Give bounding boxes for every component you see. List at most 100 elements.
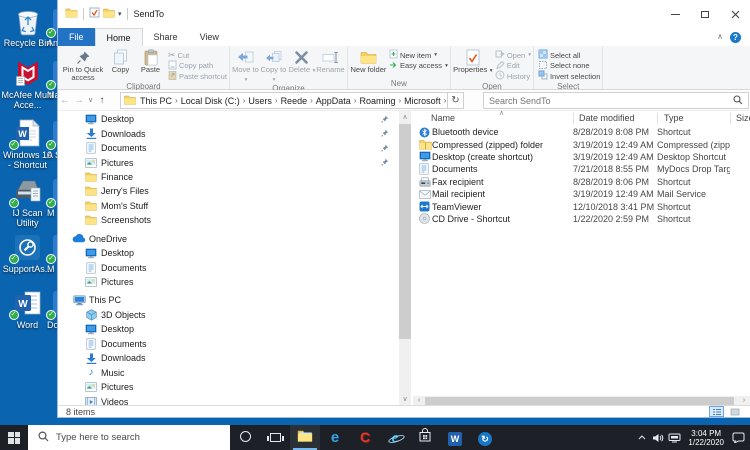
file-row-mail-recipient[interactable]: Mail recipient3/19/2019 12:49 AMMail Ser… <box>413 188 750 200</box>
breadcrumb-item-this-pc[interactable]: This PC <box>138 96 174 106</box>
ribbon-button-properties[interactable]: Properties ▾ <box>453 47 493 75</box>
column-header-size[interactable]: Size <box>736 113 750 123</box>
details-view-button[interactable] <box>709 406 724 417</box>
tray-clock[interactable]: 3:04 PM 1/22/2020 <box>682 429 730 447</box>
ribbon-button-history[interactable]: History <box>495 71 531 82</box>
nav-item-finance[interactable]: Finance <box>58 170 399 184</box>
taskbar-app-file-explorer[interactable] <box>290 425 320 450</box>
nav-item-desktop[interactable]: Desktop <box>58 322 399 336</box>
desktop-icon-supportas[interactable]: ✓SupportAs... <box>0 232 55 274</box>
file-row-bluetooth-device[interactable]: Bluetooth device8/28/2019 8:08 PMShortcu… <box>413 126 750 138</box>
qat-new-folder-icon[interactable] <box>103 5 115 23</box>
pin-icon[interactable] <box>381 115 389 125</box>
taskbar-app-store[interactable] <box>410 425 440 450</box>
network-icon[interactable] <box>666 433 682 443</box>
ribbon-button-pin-to-quick-access[interactable]: Pin to Quick access <box>60 47 106 82</box>
nav-item-pictures[interactable]: Pictures <box>58 275 399 289</box>
column-divider[interactable] <box>657 113 658 124</box>
ribbon-button-paste-shortcut[interactable]: Paste shortcut <box>168 71 227 82</box>
nav-item-pictures[interactable]: Pictures <box>58 155 399 169</box>
minimize-button[interactable] <box>660 0 690 28</box>
tab-share[interactable]: Share <box>143 28 189 46</box>
taskbar-search[interactable]: Type here to search <box>28 425 230 450</box>
large-icons-view-button[interactable] <box>727 406 742 417</box>
ribbon-button-new-folder[interactable]: New folder <box>350 47 387 74</box>
breadcrumb-item-users[interactable]: Users <box>246 96 274 106</box>
file-row-desktop-create-shortcut[interactable]: Desktop (create shortcut)3/19/2019 12:49… <box>413 151 750 163</box>
start-button[interactable] <box>0 425 28 450</box>
file-row-compressed-zipped-folder[interactable]: Compressed (zipped) folder3/19/2019 12:4… <box>413 138 750 150</box>
pin-icon[interactable] <box>381 144 389 154</box>
nav-scrollbar[interactable]: ∧ ∨ <box>399 111 411 406</box>
file-row-documents[interactable]: Documents7/21/2018 8:55 PMMyDocs Drop Ta… <box>413 163 750 175</box>
desktop-icon-ij-scan-utility[interactable]: ✓IJ Scan Utility <box>0 176 55 228</box>
nav-item-3d-objects[interactable]: 3D Objects <box>58 308 399 322</box>
file-row-cd-drive-shortcut[interactable]: CD Drive - Shortcut1/22/2020 2:59 PMShor… <box>413 213 750 225</box>
ribbon-button-paste[interactable]: Paste <box>135 47 166 74</box>
taskbar-app-sync-app[interactable]: ↻ <box>470 425 500 450</box>
volume-icon[interactable] <box>650 433 666 443</box>
minimize-ribbon-icon[interactable]: ∧ <box>717 33 723 41</box>
qat-customize-icon[interactable]: ▾ <box>118 10 122 18</box>
ribbon-button-copy[interactable]: Copy <box>106 47 135 74</box>
nav-item-screenshots[interactable]: Screenshots <box>58 213 399 227</box>
nav-item-downloads[interactable]: Downloads <box>58 351 399 365</box>
nav-item-desktop[interactable]: Desktop <box>58 112 399 126</box>
file-row-teamviewer[interactable]: TeamViewer12/10/2018 3:41 PMShortcut <box>413 200 750 212</box>
ribbon-button-rename[interactable]: Rename <box>316 47 345 74</box>
column-header-name[interactable]: Name <box>431 113 455 123</box>
column-header-date-modified[interactable]: Date modified <box>579 113 635 123</box>
breadcrumb-item-local-disk-c[interactable]: Local Disk (C:) <box>179 96 242 106</box>
ribbon-button-copy-to[interactable]: Copy to ▾ <box>260 47 288 84</box>
taskbar-app-edge[interactable]: e <box>320 425 350 450</box>
column-divider[interactable] <box>573 113 574 124</box>
breadcrumb-item-reede[interactable]: Reede <box>279 96 310 106</box>
help-icon[interactable]: ? <box>730 32 741 43</box>
up-button[interactable]: ↑ <box>95 90 109 111</box>
refresh-button[interactable]: ↻ <box>448 92 464 109</box>
maximize-button[interactable] <box>690 0 720 28</box>
ribbon-button-move-to[interactable]: Move to ▾ <box>232 47 260 84</box>
nav-item-documents[interactable]: Documents <box>58 260 399 274</box>
scrollbar-thumb[interactable] <box>425 397 734 405</box>
search-box[interactable]: Search SendTo <box>483 92 749 109</box>
nav-item-jerry-s-files[interactable]: Jerry's Files <box>58 184 399 198</box>
nav-item-pictures[interactable]: Pictures <box>58 380 399 394</box>
file-row-fax-recipient[interactable]: Fax recipient8/28/2019 8:06 PMShortcut <box>413 176 750 188</box>
show-hidden-icons-chevron[interactable] <box>634 435 650 440</box>
column-header-type[interactable]: Type <box>664 113 684 123</box>
forward-button[interactable]: → <box>72 90 86 111</box>
pin-icon[interactable] <box>381 158 389 168</box>
scrollbar-thumb[interactable] <box>399 124 411 339</box>
taskbar-app-cortana[interactable] <box>230 425 260 450</box>
nav-item-this-pc[interactable]: This PC <box>58 293 399 307</box>
breadcrumb-item-appdata[interactable]: AppData <box>314 96 353 106</box>
tab-home[interactable]: Home <box>95 28 143 46</box>
nav-item-onedrive[interactable]: OneDrive <box>58 232 399 246</box>
back-button[interactable]: ← <box>58 90 72 111</box>
taskbar-app-task-view[interactable] <box>260 425 290 450</box>
recent-locations-icon[interactable]: ∨ <box>86 90 95 111</box>
pin-icon[interactable] <box>381 129 389 139</box>
ribbon-button-invert-selection[interactable]: Invert selection <box>538 71 600 82</box>
nav-item-mom-s-stuff[interactable]: Mom's Stuff <box>58 199 399 213</box>
nav-item-music[interactable]: ♪Music <box>58 365 399 379</box>
breadcrumb[interactable]: This PC›Local Disk (C:)›Users›Reede›AppD… <box>120 92 448 109</box>
taskbar-app-ccleaner[interactable]: C <box>350 425 380 450</box>
nav-item-documents[interactable]: Documents <box>58 141 399 155</box>
taskbar-app-word[interactable]: W <box>440 425 470 450</box>
action-center-icon[interactable] <box>730 432 746 443</box>
desktop-icon-mcafee-multi-acce[interactable]: McAfee Multi Acce... <box>0 58 55 110</box>
ribbon-button-delete[interactable]: Delete ▾ <box>288 47 316 75</box>
nav-item-downloads[interactable]: Downloads <box>58 126 399 140</box>
desktop-icon-word[interactable]: W✓Word <box>0 288 55 330</box>
ribbon-button-easy-access[interactable]: Easy access▾ <box>389 61 448 72</box>
qat-properties-icon[interactable] <box>89 5 100 23</box>
desktop-icon-windows-10-shortcut[interactable]: W✓Windows 10 - Shortcut <box>0 118 55 170</box>
breadcrumb-item-roaming[interactable]: Roaming <box>357 96 397 106</box>
tab-view[interactable]: View <box>189 28 230 46</box>
breadcrumb-item-microsoft[interactable]: Microsoft <box>402 96 443 106</box>
close-button[interactable] <box>720 0 750 28</box>
scroll-up-icon[interactable]: ∧ <box>399 111 411 124</box>
tab-file[interactable]: File <box>58 28 95 46</box>
